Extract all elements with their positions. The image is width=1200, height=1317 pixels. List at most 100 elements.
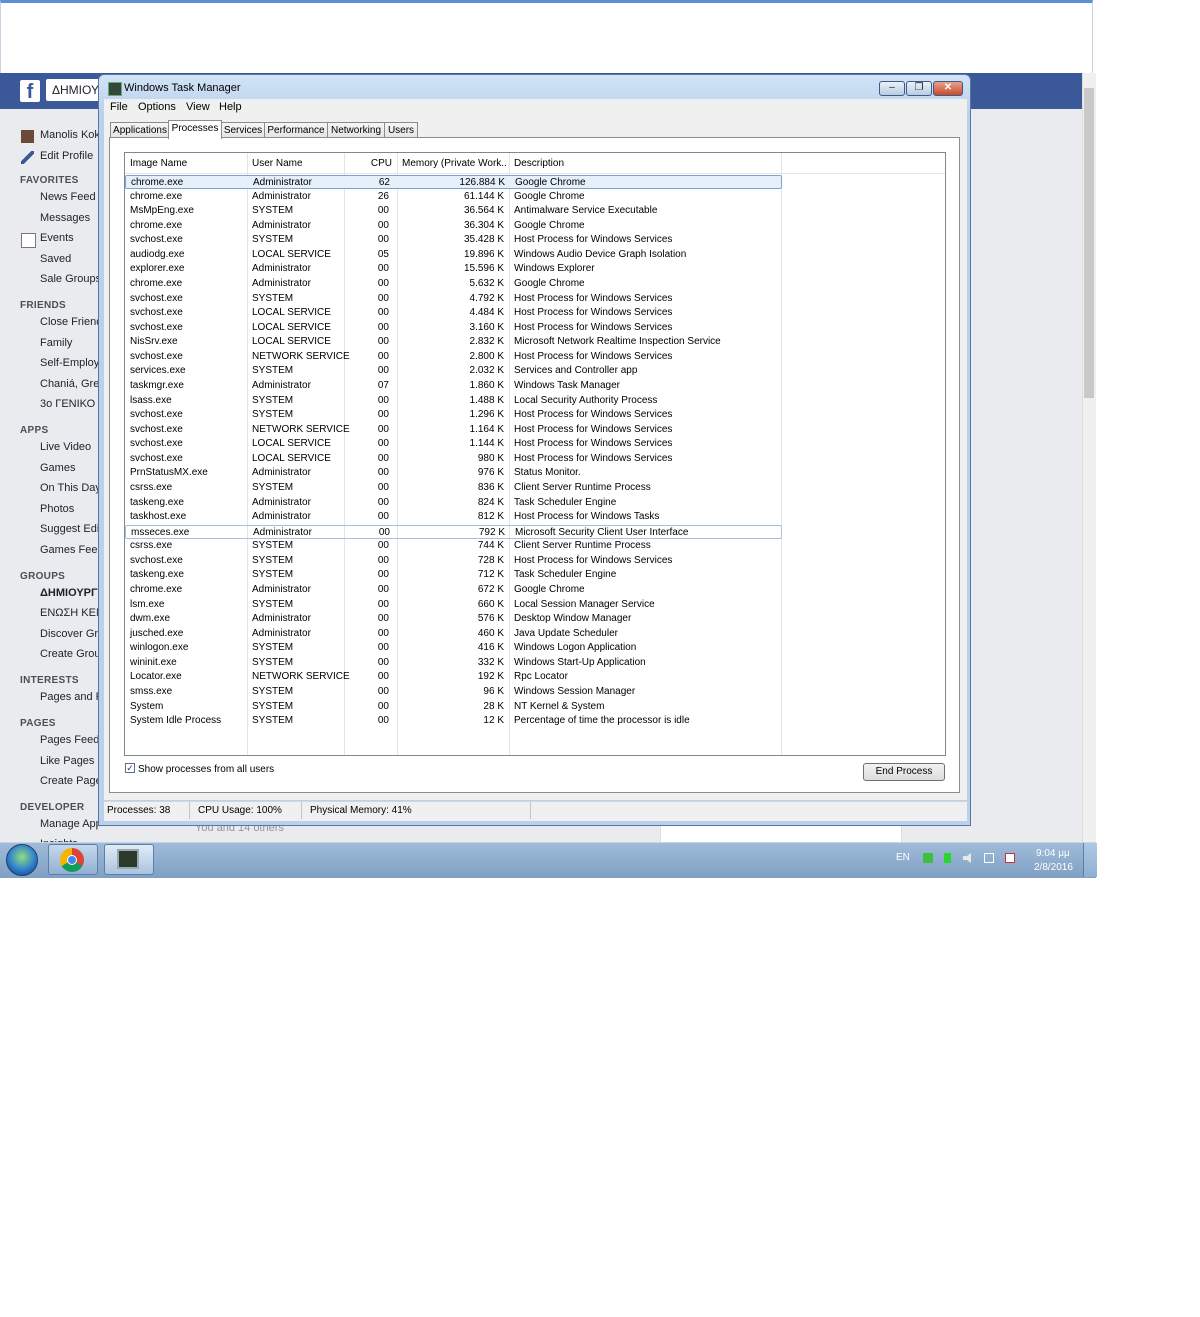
tab-processes[interactable]: Processes <box>168 120 222 139</box>
process-row[interactable]: dwm.exe Administrator 00 576 K Desktop Windo… <box>125 612 782 626</box>
process-row[interactable]: jusched.exe Administrator 00 460 K Java Upda… <box>125 627 782 641</box>
action-center-icon[interactable] <box>1005 853 1015 863</box>
process-row[interactable]: taskeng.exe Administrator 00 824 K Task Sche… <box>125 496 782 510</box>
sidebar-item[interactable]: Family <box>40 337 72 349</box>
sidebar-item[interactable]: Saved <box>40 253 71 265</box>
sidebar-item[interactable]: Suggest Edi <box>40 523 98 535</box>
process-row[interactable]: MsMpEng.exe SYSTEM 00 36.564 K Antimalware S… <box>125 204 782 218</box>
end-process-button[interactable]: End Process <box>863 763 945 781</box>
sidebar-item[interactable]: Edit Profile <box>40 150 93 162</box>
minimize-button[interactable]: – <box>879 81 905 96</box>
sidebar-item[interactable]: Pages Feed <box>40 734 98 746</box>
show-all-users-label[interactable]: Show processes from all users <box>138 764 274 775</box>
sidebar-item[interactable]: Games Feed <box>40 544 98 556</box>
column-header-description[interactable]: Description <box>514 158 714 169</box>
sidebar-item[interactable]: Create Grou <box>40 648 98 660</box>
sidebar-item[interactable]: Games <box>40 462 75 474</box>
process-row[interactable]: svchost.exe LOCAL SERVICE 00 1.144 K Host Pr… <box>125 437 782 451</box>
sidebar-item[interactable]: Self-Employ <box>40 357 98 369</box>
menu-options[interactable]: Options <box>138 101 176 113</box>
process-row[interactable]: explorer.exe Administrator 00 15.596 K Windo… <box>125 262 782 276</box>
process-row[interactable]: taskeng.exe SYSTEM 00 712 K Task Scheduler E… <box>125 568 782 582</box>
browser-scrollbar-thumb[interactable] <box>1084 88 1094 398</box>
process-row[interactable]: wininit.exe SYSTEM 00 332 K Windows Start-Up… <box>125 656 782 670</box>
process-row[interactable]: csrss.exe SYSTEM 00 744 K Client Server Runt… <box>125 539 782 553</box>
tab-services[interactable]: Services <box>221 122 265 138</box>
sidebar-item[interactable]: Close Friend <box>40 316 98 328</box>
facebook-logo[interactable]: f <box>20 80 40 103</box>
sidebar-item[interactable]: Like Pages <box>40 755 94 767</box>
process-row[interactable]: svchost.exe NETWORK SERVICE 00 2.800 K Host … <box>125 350 782 364</box>
sidebar-item[interactable]: On This Day <box>40 482 98 494</box>
process-row[interactable]: chrome.exe Administrator 00 36.304 K Google … <box>125 219 782 233</box>
clock-time[interactable]: 9:04 μμ <box>1036 848 1070 859</box>
process-row[interactable]: svchost.exe SYSTEM 00 728 K Host Process for… <box>125 554 782 568</box>
sidebar-item[interactable]: ΕΝΩΣΗ ΚΕΝ <box>40 607 98 619</box>
sidebar-item[interactable]: News Feed <box>40 191 96 203</box>
tab-users[interactable]: Users <box>384 122 418 138</box>
process-row[interactable]: smss.exe SYSTEM 00 96 K Windows Session Mana… <box>125 685 782 699</box>
process-row[interactable]: System SYSTEM 00 28 K NT Kernel & System <box>125 700 782 714</box>
process-row[interactable]: msseces.exe Administrator 00 792 K Microsoft… <box>125 525 782 539</box>
process-row[interactable]: audiodg.exe LOCAL SERVICE 05 19.896 K Window… <box>125 248 782 262</box>
sidebar-item[interactable]: Messages <box>40 212 90 224</box>
process-row[interactable]: chrome.exe Administrator 26 61.144 K Google … <box>125 190 782 204</box>
process-row[interactable]: taskmgr.exe Administrator 07 1.860 K Windows… <box>125 379 782 393</box>
restore-button[interactable]: ❐ <box>906 81 932 96</box>
process-row[interactable]: Locator.exe NETWORK SERVICE 00 192 K Rpc Loc… <box>125 670 782 684</box>
column-header-memory[interactable]: Memory (Private Work... <box>402 158 506 169</box>
tab-performance[interactable]: Performance <box>264 122 328 138</box>
process-row[interactable]: chrome.exe Administrator 00 5.632 K Google C… <box>125 277 782 291</box>
sidebar-item[interactable]: Photos <box>40 503 74 515</box>
menu-file[interactable]: File <box>110 101 128 113</box>
process-row[interactable]: svchost.exe SYSTEM 00 4.792 K Host Process f… <box>125 292 782 306</box>
show-all-users-checkbox[interactable]: ✓ <box>125 763 135 773</box>
process-user-name: SYSTEM <box>252 657 294 668</box>
start-button[interactable] <box>6 844 38 876</box>
process-row[interactable]: svchost.exe LOCAL SERVICE 00 980 K Host Proc… <box>125 452 782 466</box>
sidebar-item[interactable]: Events <box>40 232 74 244</box>
close-button[interactable]: ✕ <box>933 81 963 96</box>
language-indicator[interactable]: EN <box>896 852 910 863</box>
sidebar-item[interactable]: ΔΗΜΙΟΥΡΓΙ <box>40 587 98 599</box>
process-image-name: taskhost.exe <box>130 511 187 522</box>
process-user-name: SYSTEM <box>252 205 294 216</box>
clock-date[interactable]: 2/8/2016 <box>1034 862 1073 873</box>
show-desktop-button[interactable] <box>1083 843 1097 877</box>
process-row[interactable]: NisSrv.exe LOCAL SERVICE 00 2.832 K Microsof… <box>125 335 782 349</box>
process-row[interactable]: svchost.exe LOCAL SERVICE 00 4.484 K Host Pr… <box>125 306 782 320</box>
process-row[interactable]: PrnStatusMX.exe Administrator 00 976 K Statu… <box>125 466 782 480</box>
menu-view[interactable]: View <box>186 101 210 113</box>
sidebar-item[interactable]: Pages and F <box>40 691 98 703</box>
process-row[interactable]: winlogon.exe SYSTEM 00 416 K Windows Logon A… <box>125 641 782 655</box>
menu-help[interactable]: Help <box>219 101 242 113</box>
tab-applications[interactable]: Applications <box>110 122 170 138</box>
column-header-cpu[interactable]: CPU <box>348 158 392 169</box>
process-row[interactable]: svchost.exe LOCAL SERVICE 00 3.160 K Host Pr… <box>125 321 782 335</box>
sidebar-item[interactable]: Live Video <box>40 441 91 453</box>
sidebar-item[interactable]: Sale Groups <box>40 273 98 285</box>
process-row[interactable]: svchost.exe NETWORK SERVICE 00 1.164 K Host … <box>125 423 782 437</box>
column-header-user-name[interactable]: User Name <box>252 158 340 169</box>
process-row[interactable]: taskhost.exe Administrator 00 812 K Host Pro… <box>125 510 782 524</box>
sidebar-item[interactable]: 3ο ΓΕΝΙΚΟ / <box>40 398 98 410</box>
process-row[interactable]: lsass.exe SYSTEM 00 1.488 K Local Security A… <box>125 394 782 408</box>
process-row[interactable]: System Idle Process SYSTEM 00 12 K Percentag… <box>125 714 782 728</box>
sidebar-item[interactable]: Create Page <box>40 775 98 787</box>
sidebar-item[interactable]: Chaniá, Gre <box>40 378 98 390</box>
process-row[interactable]: services.exe SYSTEM 00 2.032 K Services and … <box>125 364 782 378</box>
tab-networking[interactable]: Networking <box>327 122 385 138</box>
process-row[interactable]: chrome.exe Administrator 00 672 K Google Chr… <box>125 583 782 597</box>
sidebar-item[interactable]: Discover Gro <box>40 628 98 640</box>
process-row[interactable]: csrss.exe SYSTEM 00 836 K Client Server Runt… <box>125 481 782 495</box>
sidebar-item[interactable]: Manage App <box>40 818 98 830</box>
battery-icon[interactable] <box>944 853 951 863</box>
network-icon[interactable] <box>984 853 994 863</box>
column-header-image-name[interactable]: Image Name <box>130 158 242 169</box>
process-row[interactable]: svchost.exe SYSTEM 00 35.428 K Host Process … <box>125 233 782 247</box>
security-icon[interactable] <box>923 853 933 863</box>
sidebar-item[interactable]: Manolis Kok <box>40 129 98 141</box>
process-row[interactable]: svchost.exe SYSTEM 00 1.296 K Host Process f… <box>125 408 782 422</box>
process-row[interactable]: chrome.exe Administrator 62 126.884 K Google… <box>125 175 782 189</box>
process-row[interactable]: lsm.exe SYSTEM 00 660 K Local Session Manage… <box>125 598 782 612</box>
